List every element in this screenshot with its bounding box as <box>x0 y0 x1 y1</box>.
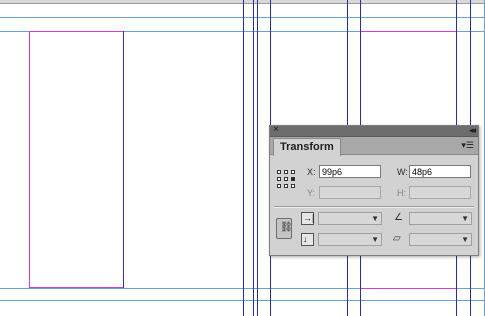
x-position-field[interactable]: 99p6 <box>319 165 381 178</box>
chevron-down-icon: ▼ <box>371 214 379 223</box>
ref-point-bottom-right[interactable] <box>291 184 295 188</box>
x-label: X: <box>307 167 316 177</box>
vertical-guide[interactable] <box>253 0 254 316</box>
rotate-angle-icon: ∠ <box>394 212 403 223</box>
double-chevron-left-icon[interactable]: ◂◂ <box>469 124 476 136</box>
scale-x-dropdown[interactable]: ▼ <box>318 212 382 225</box>
panel-titlebar[interactable]: × ◂◂ <box>270 124 478 137</box>
y-label: Y: <box>307 188 316 198</box>
ref-point-center[interactable] <box>284 177 288 181</box>
close-icon[interactable]: × <box>273 124 279 136</box>
shear-icon: ▱ <box>393 233 401 244</box>
vertical-guide[interactable] <box>257 0 258 316</box>
w-label: W: <box>397 167 408 177</box>
height-field[interactable] <box>409 186 471 199</box>
ref-point-middle-right[interactable] <box>291 177 295 181</box>
chevron-down-icon: ▼ <box>461 235 469 244</box>
margin-line <box>361 31 456 32</box>
scale-y-icon: ↓ <box>301 233 314 246</box>
margin-line <box>361 288 456 289</box>
panel-divider <box>274 206 474 208</box>
panel-menu-icon[interactable]: ▾☰ <box>461 140 474 151</box>
reference-point-icon[interactable] <box>277 170 297 190</box>
ref-point-bottom-left[interactable] <box>277 184 281 188</box>
vertical-guide[interactable] <box>243 0 244 316</box>
ref-point-top-right[interactable] <box>291 170 295 174</box>
tab-transform[interactable]: Transform <box>273 138 341 156</box>
h-label: H: <box>397 188 406 198</box>
scale-x-icon: →| <box>301 212 315 225</box>
ref-point-middle-left[interactable] <box>277 177 281 181</box>
shear-dropdown[interactable]: ▼ <box>409 233 472 246</box>
y-position-field[interactable] <box>319 186 381 199</box>
ref-point-top-left[interactable] <box>277 170 281 174</box>
margin-frame <box>29 31 124 288</box>
panel-tabstrip: Transform ▾☰ <box>270 137 478 156</box>
link-chain-icon[interactable]: ⛓ <box>276 218 293 239</box>
chevron-down-icon: ▼ <box>461 214 469 223</box>
width-field[interactable]: 48p6 <box>409 165 471 178</box>
transform-panel[interactable]: × ◂◂ Transform ▾☰ X: 99p6 W: 48p6 Y: H: … <box>269 124 479 256</box>
ref-point-bottom-center[interactable] <box>284 184 288 188</box>
rotate-dropdown[interactable]: ▼ <box>409 212 472 225</box>
ref-point-top-center[interactable] <box>284 170 288 174</box>
column-guide[interactable] <box>123 31 124 288</box>
scale-y-dropdown[interactable]: ▼ <box>318 233 382 246</box>
chevron-down-icon: ▼ <box>371 235 379 244</box>
